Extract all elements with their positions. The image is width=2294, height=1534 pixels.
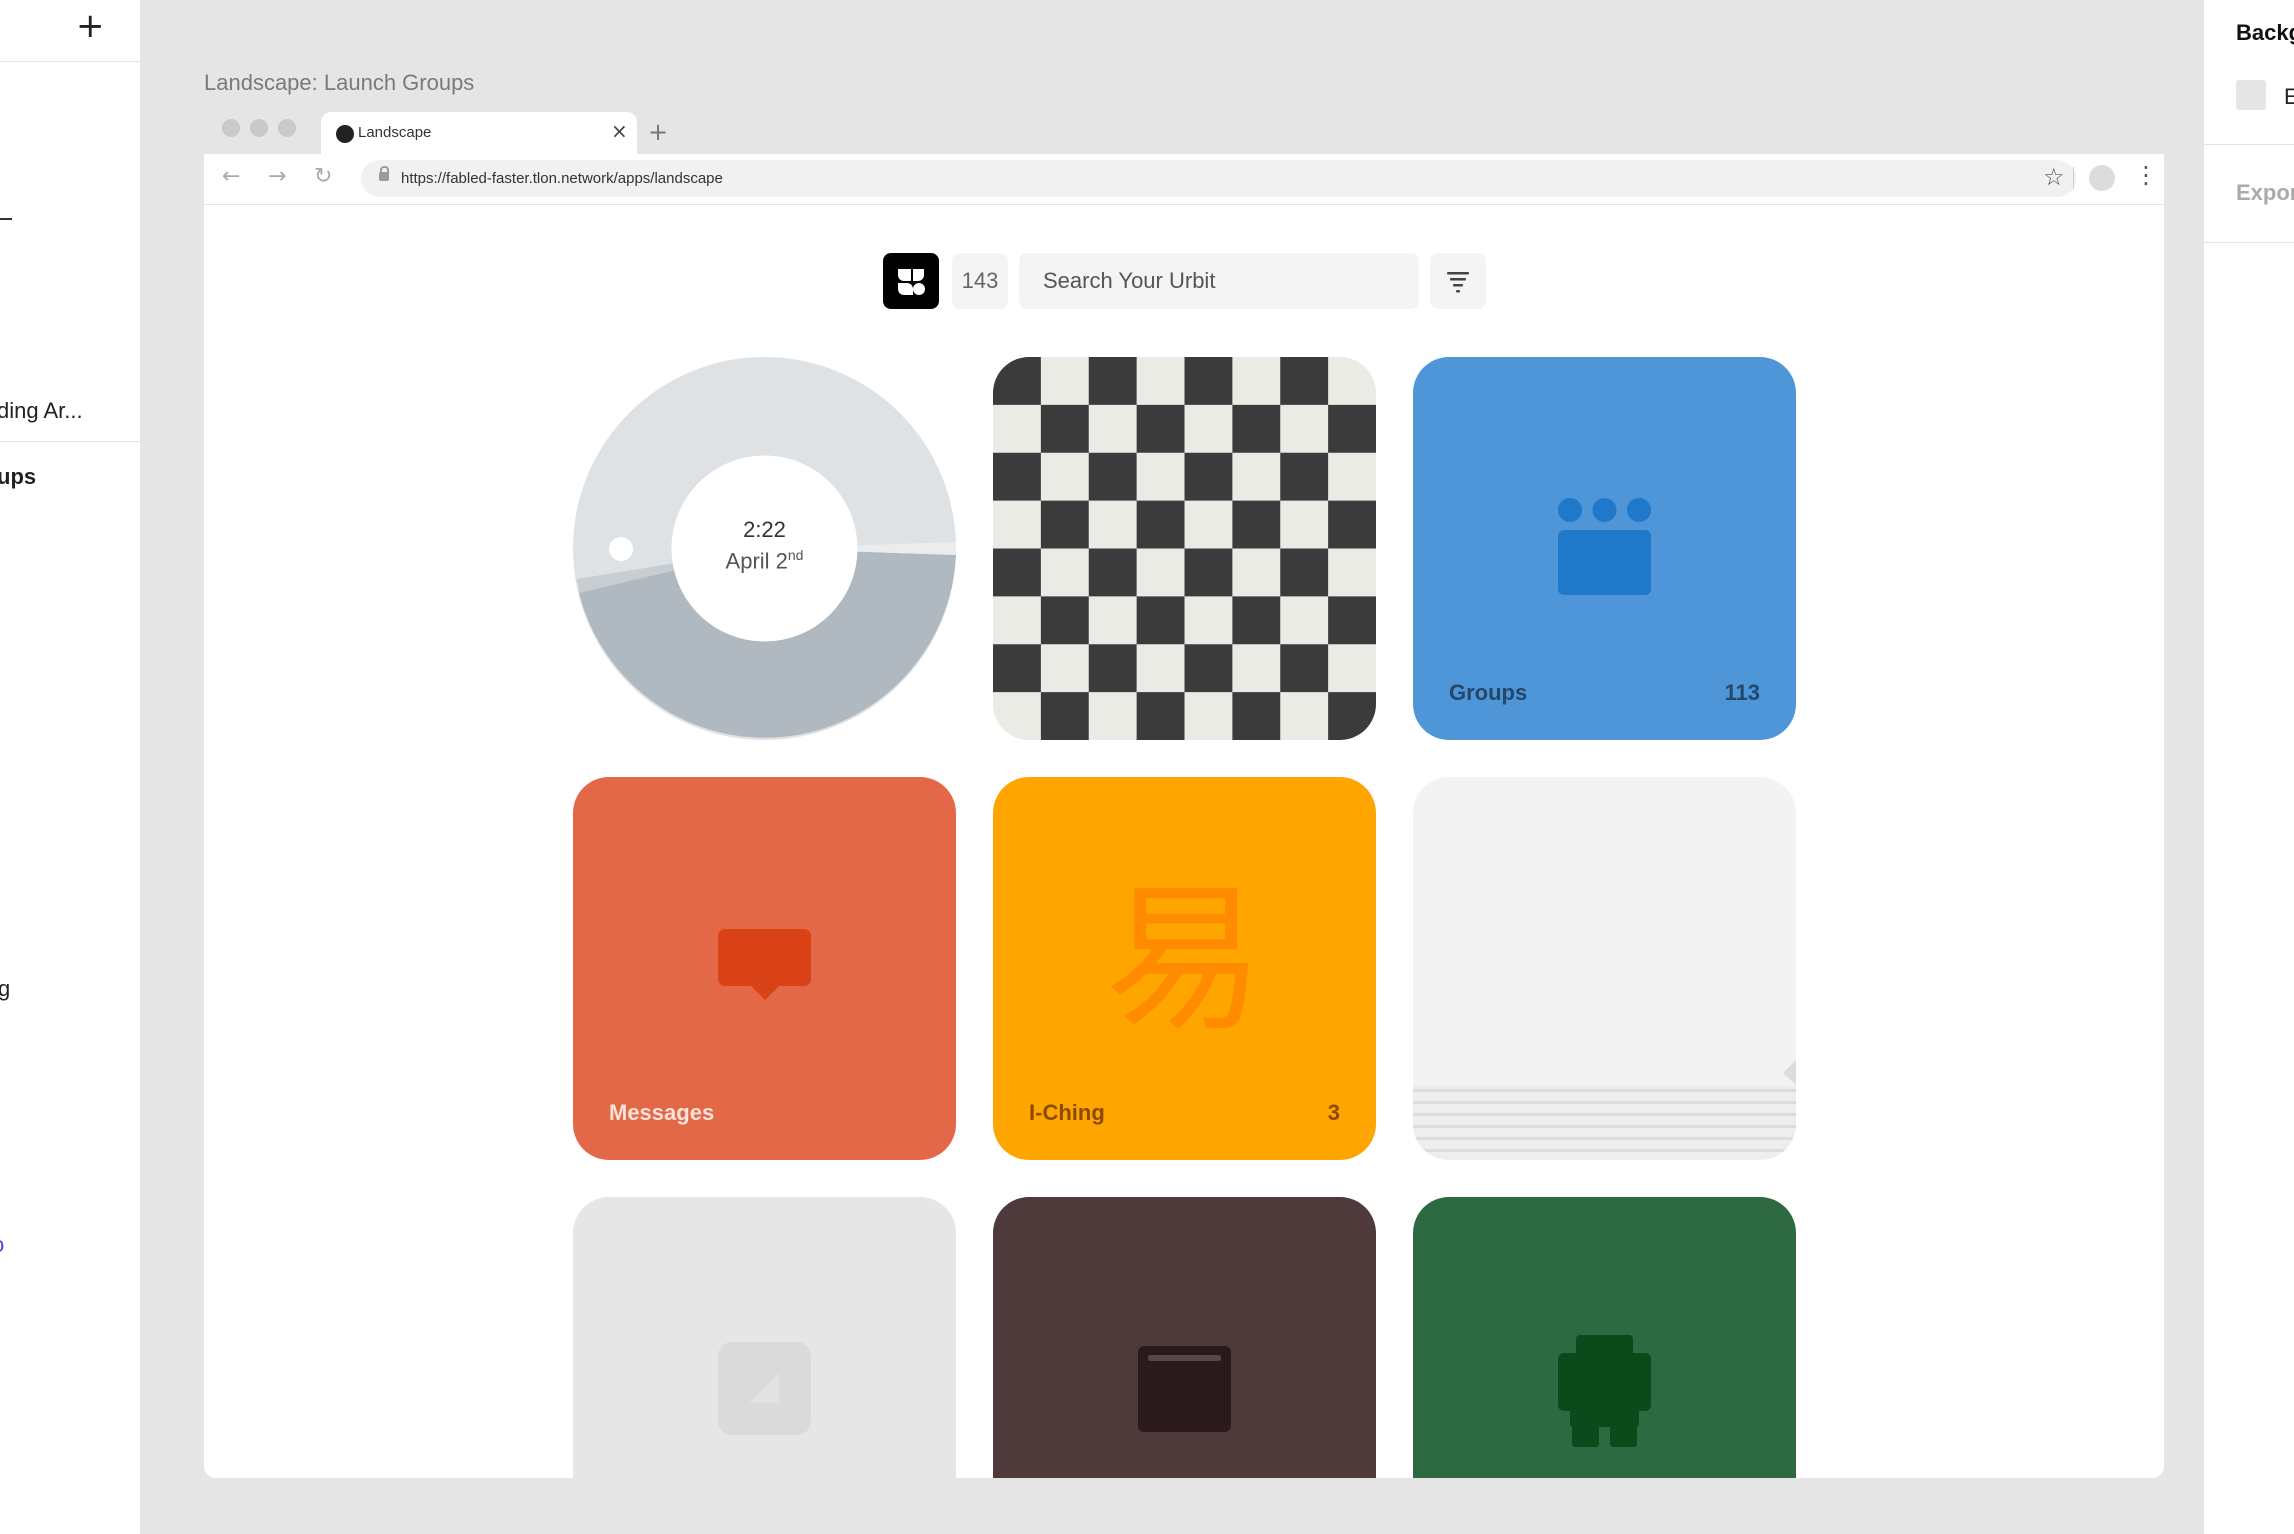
groups-tile[interactable]: Groups 113 xyxy=(1413,357,1796,740)
window-icon xyxy=(1138,1346,1231,1432)
frame-label[interactable]: Landscape: Launch Groups xyxy=(204,70,474,96)
browser-window: Landscape × + ← → ↻ https://fabled-faste… xyxy=(204,110,2164,1478)
notes-tile[interactable] xyxy=(1413,777,1796,1160)
clock-date: April 2nd xyxy=(725,547,804,574)
profile-avatar[interactable] xyxy=(2089,165,2115,191)
address-bar: ← → ↻ https://fabled-faster.tlon.network… xyxy=(204,154,2164,205)
tile-badge-count: 113 xyxy=(1724,680,1761,705)
paper-stack-icon xyxy=(1413,1060,1796,1160)
i-ching-tile[interactable]: 易 I-Ching 3 xyxy=(993,777,1376,1160)
tile-label: Messages xyxy=(609,1100,715,1125)
reload-icon[interactable]: ↻ xyxy=(314,164,332,189)
filter-icon xyxy=(1447,272,1469,293)
browser-menu-icon[interactable]: ⋮ xyxy=(2134,161,2158,189)
robot-icon xyxy=(1558,1335,1651,1447)
properties-panel: Backg E Expor xyxy=(2203,0,2294,1534)
divider xyxy=(2073,167,2074,189)
tab-close-icon[interactable]: × xyxy=(611,119,628,143)
tile-badge-count: 3 xyxy=(1327,1100,1340,1125)
clock-tile[interactable]: 2:22 April 2nd xyxy=(573,357,956,740)
add-page-button[interactable]: + xyxy=(76,6,105,46)
placeholder-icon xyxy=(718,1342,811,1435)
lock-icon xyxy=(379,166,389,181)
layer-item[interactable]: g xyxy=(0,976,10,1002)
checkerboard-tile[interactable] xyxy=(993,357,1376,740)
urbit-logo-icon xyxy=(898,269,925,295)
brown-app-tile[interactable] xyxy=(993,1197,1376,1478)
background-color-value[interactable]: E xyxy=(2284,84,2294,110)
checkerboard-pattern xyxy=(993,357,1376,740)
page-item[interactable]: ding Ar... xyxy=(0,398,83,424)
search-input[interactable] xyxy=(1019,253,1419,309)
forward-arrow-icon[interactable]: → xyxy=(268,164,286,189)
export-section-title[interactable]: Expor xyxy=(2236,180,2294,206)
divider xyxy=(0,61,140,62)
favicon-icon xyxy=(336,125,354,143)
window-minimize-dot[interactable] xyxy=(250,119,268,137)
browser-tab[interactable]: Landscape × xyxy=(321,112,637,154)
back-arrow-icon[interactable]: ← xyxy=(222,164,240,189)
tab-title: Landscape xyxy=(358,124,432,141)
window-close-dot[interactable] xyxy=(222,119,240,137)
i-ching-glyph: 易 xyxy=(1104,866,1265,1053)
window-zoom-dot[interactable] xyxy=(278,119,296,137)
clock-time: 2:22 xyxy=(743,517,786,542)
collapse-dash-icon[interactable] xyxy=(0,218,12,220)
background-section-title: Backg xyxy=(2236,20,2294,45)
divider xyxy=(2204,242,2294,243)
new-tab-button[interactable]: + xyxy=(648,118,668,146)
landscape-logo-button[interactable] xyxy=(883,253,939,309)
notifications-count-button[interactable]: 143 xyxy=(952,253,1008,309)
tile-label: Groups xyxy=(1449,680,1528,705)
divider xyxy=(0,441,140,442)
messages-tile[interactable]: Messages xyxy=(573,777,956,1160)
divider xyxy=(2204,144,2294,145)
filter-button[interactable] xyxy=(1430,253,1486,309)
url-text[interactable]: https://fabled-faster.tlon.network/apps/… xyxy=(401,170,723,187)
tile-label: I-Ching xyxy=(1029,1100,1105,1125)
url-field[interactable]: https://fabled-faster.tlon.network/apps/… xyxy=(361,160,2076,197)
tab-bar: Landscape × + xyxy=(204,110,2164,154)
page-item-selected[interactable]: ups xyxy=(0,464,36,490)
layers-panel: + ding Ar... ups g o xyxy=(0,0,141,1534)
background-color-swatch[interactable] xyxy=(2236,80,2266,110)
green-app-tile[interactable] xyxy=(1413,1197,1796,1478)
bookmark-star-icon[interactable]: ☆ xyxy=(2043,163,2065,191)
gray-app-tile[interactable] xyxy=(573,1197,956,1478)
layer-link[interactable]: o xyxy=(0,1232,4,1258)
